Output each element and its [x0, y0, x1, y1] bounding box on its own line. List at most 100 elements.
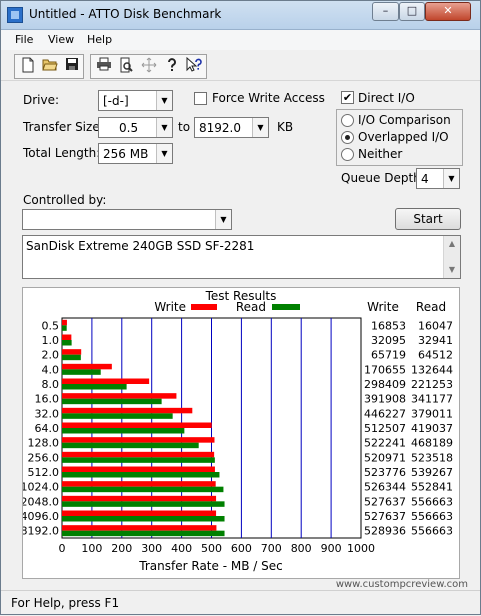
y-tick-label: 1.0 [42, 334, 60, 347]
write-bar [62, 393, 177, 399]
move-icon[interactable] [138, 56, 159, 76]
controlled-by-select[interactable]: ▼ [22, 209, 232, 230]
write-value: 446227 [364, 407, 406, 420]
close-button[interactable]: ✕ [425, 2, 471, 21]
drive-select[interactable]: [-d-] ▼ [98, 90, 173, 111]
chevron-down-icon[interactable]: ▼ [156, 118, 172, 137]
read-bar [62, 340, 72, 346]
y-tick-label: 64.0 [35, 422, 60, 435]
status-text: For Help, press F1 [11, 596, 120, 610]
queue-depth-value: 4 [421, 172, 429, 186]
write-bar [62, 451, 215, 458]
write-bar [62, 510, 217, 516]
help-icon[interactable] [161, 56, 182, 76]
write-value: 65719 [371, 349, 406, 362]
write-value: 520971 [364, 451, 406, 464]
direct-io-checkbox[interactable]: ✔ [341, 91, 354, 104]
io-comparison-label: I/O Comparison [358, 113, 451, 127]
menu-file[interactable]: File [15, 33, 33, 46]
description-scrollbar[interactable]: ▲ ▼ [443, 236, 460, 278]
read-legend-swatch [272, 304, 300, 310]
read-bar [62, 472, 220, 478]
x-tick-label: 700 [261, 542, 282, 555]
write-column-header: Write [367, 300, 399, 314]
start-button[interactable]: Start [395, 208, 461, 230]
read-bar [62, 384, 127, 390]
chevron-down-icon[interactable]: ▼ [252, 118, 268, 137]
chevron-down-icon[interactable]: ▼ [156, 144, 172, 163]
drive-label: Drive: [23, 93, 60, 107]
read-legend-label: Read [236, 300, 266, 314]
x-tick-label: 400 [171, 542, 192, 555]
open-folder-icon[interactable] [39, 56, 60, 76]
direct-io-label: Direct I/O [358, 91, 415, 105]
write-bar [62, 363, 112, 370]
to-label: to [178, 120, 191, 134]
io-comparison-radio[interactable] [341, 114, 354, 127]
x-tick-label: 800 [291, 542, 312, 555]
write-bar [62, 422, 212, 428]
neither-label: Neither [358, 147, 403, 161]
read-bar [62, 428, 185, 434]
write-value: 523776 [364, 466, 406, 479]
read-column-header: Read [416, 300, 446, 314]
write-legend-label: Write [154, 300, 186, 314]
save-icon[interactable] [61, 56, 82, 76]
chevron-down-icon[interactable]: ▼ [215, 210, 231, 229]
read-value: 556663 [411, 525, 453, 538]
read-bar [62, 501, 225, 507]
x-tick-label: 600 [231, 542, 252, 555]
new-file-icon[interactable] [17, 56, 38, 76]
queue-depth-label: Queue Depth: [341, 171, 425, 185]
print-icon[interactable] [93, 56, 114, 76]
read-value: 221253 [411, 378, 453, 391]
write-bar [62, 466, 215, 472]
menu-view[interactable]: View [48, 33, 74, 46]
menu-help[interactable]: Help [87, 33, 112, 46]
context-help-icon[interactable] [183, 56, 204, 76]
transfer-to-select[interactable]: 8192.0 ▼ [194, 117, 269, 138]
test-results-panel: Test Results Write Read Write Read Trans… [21, 287, 460, 579]
neither-radio[interactable] [341, 148, 354, 161]
write-value: 512507 [364, 422, 406, 435]
write-bar [62, 495, 217, 502]
title-bar[interactable]: Untitled - ATTO Disk Benchmark – □ ✕ [1, 1, 480, 30]
scroll-up-icon[interactable]: ▲ [444, 236, 460, 252]
total-length-select[interactable]: 256 MB ▼ [98, 143, 173, 164]
write-bar [62, 525, 217, 531]
write-bar [62, 407, 193, 414]
read-bar [62, 442, 199, 449]
app-window: Untitled - ATTO Disk Benchmark – □ ✕ Fil… [0, 0, 481, 615]
minimize-button[interactable]: – [372, 2, 399, 21]
print-preview-icon[interactable] [115, 56, 136, 76]
start-button-label: Start [413, 212, 443, 226]
scroll-down-icon[interactable]: ▼ [444, 262, 460, 278]
x-tick-label: 900 [321, 542, 342, 555]
read-bar [62, 398, 162, 405]
y-tick-label: 1024.0 [23, 481, 59, 494]
read-value: 379011 [411, 407, 453, 420]
transfer-to-value: 8192.0 [199, 121, 241, 135]
overlapped-io-radio[interactable] [341, 131, 354, 144]
write-bar [62, 437, 215, 443]
maximize-button[interactable]: □ [399, 2, 425, 21]
y-tick-label: 4096.0 [23, 510, 59, 523]
app-icon [7, 7, 23, 23]
read-bar [62, 486, 224, 493]
window-title: Untitled - ATTO Disk Benchmark [29, 7, 222, 21]
transfer-from-select[interactable]: 0.5 ▼ [98, 117, 173, 138]
y-tick-label: 128.0 [28, 437, 60, 450]
x-tick-label: 200 [111, 542, 132, 555]
queue-depth-select[interactable]: 4 ▼ [416, 168, 460, 189]
chevron-down-icon[interactable]: ▼ [443, 169, 459, 188]
description-field[interactable]: SanDisk Extreme 240GB SSD SF-2281 ▲ ▼ [22, 235, 461, 279]
read-value: 556663 [411, 510, 453, 523]
write-bar [62, 378, 150, 384]
read-value: 341177 [411, 393, 453, 406]
read-bar [62, 457, 215, 463]
x-axis-title: Transfer Rate - MB / Sec [138, 559, 282, 573]
read-value: 468189 [411, 437, 453, 450]
read-value: 552841 [411, 481, 453, 494]
force-write-checkbox[interactable] [194, 92, 207, 105]
chevron-down-icon[interactable]: ▼ [156, 91, 172, 110]
